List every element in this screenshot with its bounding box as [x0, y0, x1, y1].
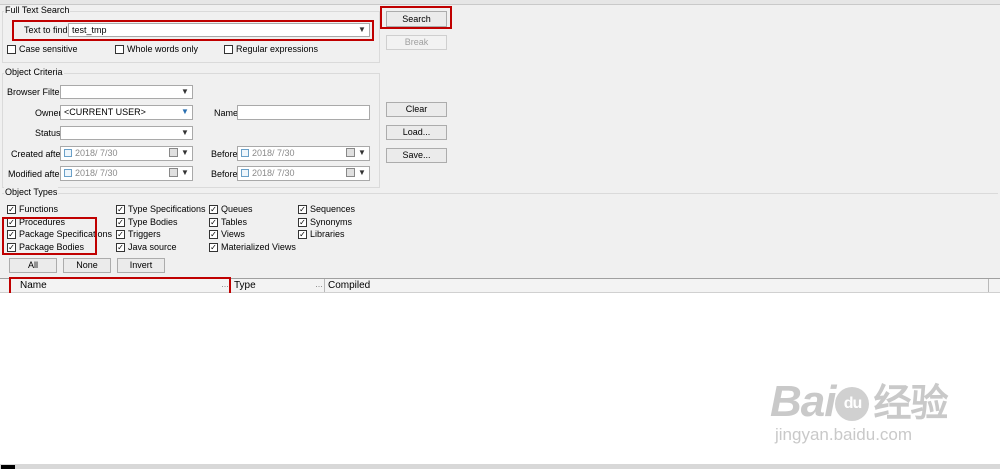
break-button[interactable]: Break [386, 35, 447, 50]
created-before-date[interactable]: 2018/ 7/30 ▼ [237, 146, 370, 161]
label-synonyms: Synonyms [310, 217, 353, 227]
browser-filter-combo[interactable]: ▼ [60, 85, 193, 99]
created-before-value: 2018/ 7/30 [252, 148, 295, 158]
label-queues: Queues [221, 204, 253, 214]
search-button-highlight [380, 6, 452, 29]
owner-value: <CURRENT USER> [64, 107, 146, 117]
label-views: Views [221, 229, 245, 239]
chevron-down-icon[interactable]: ▼ [180, 148, 190, 158]
watermark-brand: Bai [770, 377, 836, 426]
procedures-highlight [2, 217, 97, 255]
status-bar [0, 464, 1000, 469]
calendar-icon[interactable] [346, 148, 355, 157]
status-label: Status [35, 128, 61, 138]
save-button[interactable]: Save... [386, 148, 447, 163]
chevron-down-icon[interactable]: ▼ [180, 107, 190, 117]
checkbox-icon[interactable] [64, 149, 72, 157]
none-button[interactable]: None [63, 258, 111, 273]
column-separator[interactable] [324, 279, 325, 292]
calendar-icon[interactable] [169, 168, 178, 177]
checkbox-sequences[interactable]: ✓ [298, 205, 307, 214]
whole-words-checkbox[interactable] [115, 45, 124, 54]
status-combo[interactable]: ▼ [60, 126, 193, 140]
column-type-header[interactable]: Type [234, 280, 256, 292]
created-after-label: Created after [11, 149, 64, 159]
chevron-down-icon[interactable]: ▼ [180, 87, 190, 97]
invert-button[interactable]: Invert [117, 258, 165, 273]
checkbox-icon[interactable] [241, 149, 249, 157]
checkbox-tables[interactable]: ✓ [209, 218, 218, 227]
status-indicator [1, 465, 15, 469]
label-functions: Functions [19, 204, 59, 214]
clear-button[interactable]: Clear [386, 102, 447, 117]
checkbox-synonyms[interactable]: ✓ [298, 218, 307, 227]
object-types-legend: Object Types [4, 187, 59, 198]
watermark-logo: Bai du 经验 [770, 372, 949, 427]
chevron-down-icon[interactable]: ▼ [180, 128, 190, 138]
name-label: Name [214, 108, 239, 118]
checkbox-triggers[interactable]: ✓ [116, 230, 125, 239]
case-sensitive-checkbox[interactable] [7, 45, 16, 54]
modified-before-value: 2018/ 7/30 [252, 168, 295, 178]
column-type-ellipsis-icon[interactable]: … [315, 280, 323, 289]
calendar-icon[interactable] [169, 148, 178, 157]
label-triggers: Triggers [128, 229, 161, 239]
modified-after-value: 2018/ 7/30 [75, 168, 118, 178]
whole-words-label: Whole words only [127, 44, 199, 54]
owner-combo[interactable]: <CURRENT USER> ▼ [60, 105, 193, 120]
all-button[interactable]: All [9, 258, 57, 273]
object-types-group [2, 193, 998, 195]
text-to-find-highlight [12, 20, 374, 41]
checkbox-java-source[interactable]: ✓ [116, 243, 125, 252]
checkbox-type-specifications[interactable]: ✓ [116, 205, 125, 214]
modified-after-date[interactable]: 2018/ 7/30 ▼ [60, 166, 193, 181]
label-type-bodies: Type Bodies [128, 217, 178, 227]
checkbox-views[interactable]: ✓ [209, 230, 218, 239]
name-input[interactable] [237, 105, 370, 120]
regex-checkbox[interactable] [224, 45, 233, 54]
calendar-icon[interactable] [346, 168, 355, 177]
object-criteria-legend: Object Criteria [4, 67, 64, 78]
checkbox-type-bodies[interactable]: ✓ [116, 218, 125, 227]
column-separator[interactable] [988, 279, 989, 292]
case-sensitive-label: Case sensitive [19, 44, 78, 54]
top-border [0, 0, 1000, 5]
checkbox-icon[interactable] [64, 169, 72, 177]
created-after-date[interactable]: 2018/ 7/30 ▼ [60, 146, 193, 161]
label-java-source: Java source [128, 242, 177, 252]
full-text-search-legend: Full Text Search [4, 5, 71, 16]
search-panel: Full Text Search Text to find test_tmp ▼… [0, 0, 1000, 278]
column-compiled-header[interactable]: Compiled [328, 280, 370, 292]
chevron-down-icon[interactable]: ▼ [357, 168, 367, 178]
browser-filter-label: Browser Filter [7, 87, 63, 97]
regex-label: Regular expressions [236, 44, 319, 54]
label-tables: Tables [221, 217, 248, 227]
label-sequences: Sequences [310, 204, 356, 214]
created-before-label: Before [211, 149, 238, 159]
watermark-url: jingyan.baidu.com [775, 425, 913, 444]
modified-before-label: Before [211, 169, 238, 179]
label-libraries: Libraries [310, 229, 345, 239]
owner-label: Owner [35, 108, 62, 118]
created-after-value: 2018/ 7/30 [75, 148, 118, 158]
modified-before-date[interactable]: 2018/ 7/30 ▼ [237, 166, 370, 181]
label-materialized-views: Materialized Views [221, 242, 296, 252]
checkbox-icon[interactable] [241, 169, 249, 177]
watermark-brand-cn: 经验 [873, 383, 948, 425]
chevron-down-icon[interactable]: ▼ [180, 168, 190, 178]
modified-after-label: Modified after [8, 169, 63, 179]
checkbox-functions[interactable]: ✓ [7, 205, 16, 214]
checkbox-libraries[interactable]: ✓ [298, 230, 307, 239]
paw-icon: du [835, 387, 870, 422]
checkbox-materialized-views[interactable]: ✓ [209, 243, 218, 252]
chevron-down-icon[interactable]: ▼ [357, 148, 367, 158]
label-type-specifications: Type Specifications [128, 204, 206, 214]
load-button[interactable]: Load... [386, 125, 447, 140]
checkbox-queues[interactable]: ✓ [209, 205, 218, 214]
